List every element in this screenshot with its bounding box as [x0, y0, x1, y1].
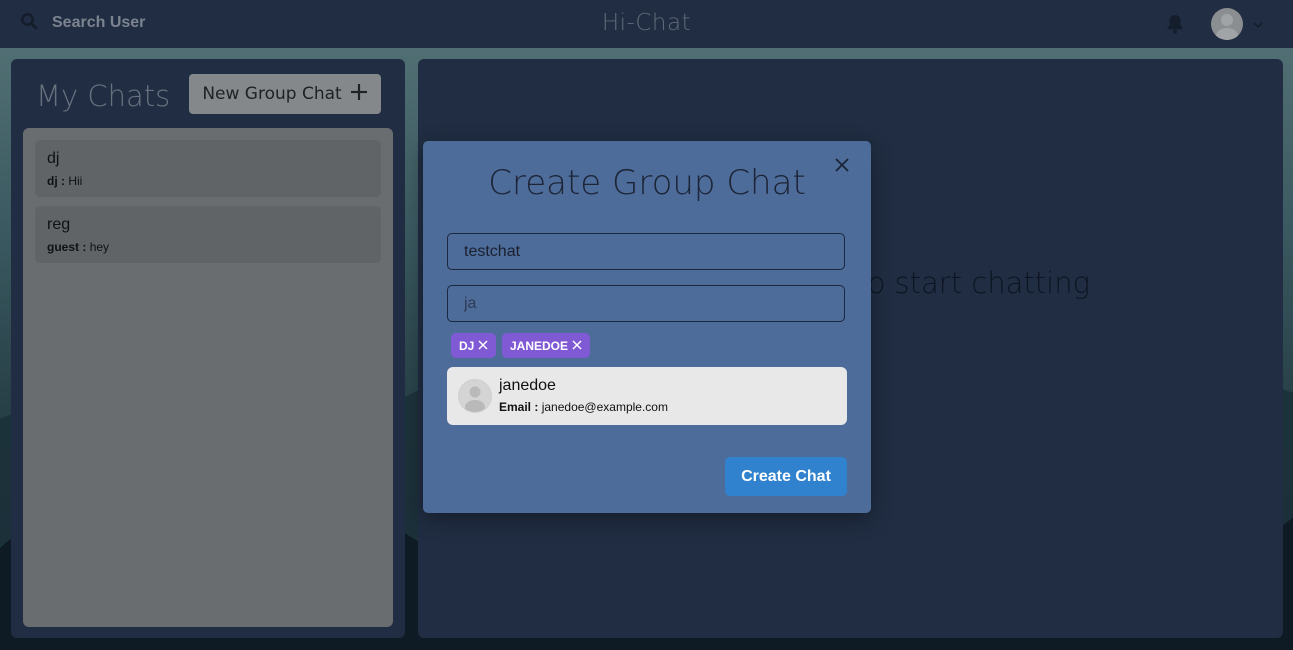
close-icon[interactable]: [572, 339, 582, 353]
add-users-search-input[interactable]: [447, 285, 845, 322]
close-icon[interactable]: [833, 156, 851, 174]
create-chat-button[interactable]: Create Chat: [725, 457, 847, 496]
user-search-result[interactable]: janedoe Email : janedoe@example.com: [447, 367, 847, 425]
close-icon[interactable]: [478, 339, 488, 353]
modal-title: Create Group Chat: [488, 163, 806, 203]
create-group-chat-modal: Create Group Chat DJ JANEDOE janedoe Ema…: [423, 141, 871, 513]
selected-user-tag-dj[interactable]: DJ: [451, 333, 497, 358]
result-username: janedoe: [499, 377, 556, 394]
result-email: Email : janedoe@example.com: [499, 400, 668, 414]
tag-label: JANEDOE: [510, 338, 569, 353]
email-value: janedoe@example.com: [541, 400, 668, 414]
selected-user-tag-janedoe[interactable]: JANEDOE: [502, 333, 591, 358]
email-label: Email :: [499, 400, 539, 414]
tag-label: DJ: [459, 338, 475, 353]
avatar: [458, 379, 492, 413]
chat-name-input[interactable]: [447, 233, 845, 270]
